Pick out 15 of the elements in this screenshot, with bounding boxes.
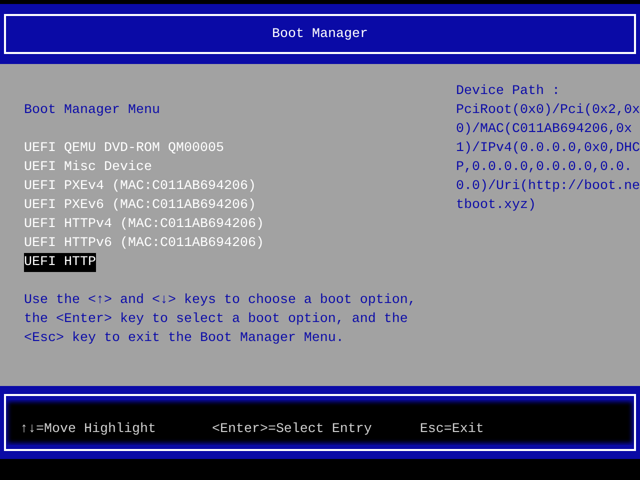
boot-option[interactable]: UEFI PXEv4 (MAC:C011AB694206)	[24, 177, 256, 196]
boot-option[interactable]: UEFI HTTPv6 (MAC:C011AB694206)	[24, 234, 264, 253]
boot-option[interactable]: UEFI Misc Device	[24, 158, 152, 177]
boot-option[interactable]: UEFI HTTPv4 (MAC:C011AB694206)	[24, 215, 264, 234]
menu-title: Boot Manager Menu	[24, 102, 160, 120]
screen-title: Boot Manager	[272, 26, 368, 44]
device-path-label: Device Path :	[456, 83, 560, 101]
boot-option[interactable]: UEFI HTTP	[24, 253, 96, 272]
key-hint: ↑↓=Move Highlight	[20, 422, 156, 437]
boot-option[interactable]: UEFI QEMU DVD-ROM QM00005	[24, 139, 224, 158]
device-path-value: PciRoot(0x0)/Pci(0x2,0x0)/MAC(C011AB694206,0x1)/IPv4(0.0.0.0,0x0,DHCP,0.0.0.0,0.0.0.0,0.0.0.0)/Uri(http://boot.netboot.xyz)	[456, 102, 640, 215]
help-text: Use the <↑> and <↓> keys to choose a boot option, the <Enter> key to select a boot option, and the <Esc> key to exit the Boot Manager Menu.	[24, 292, 417, 348]
key-hint: <Enter>=Select Entry	[212, 422, 372, 437]
boot-option[interactable]: UEFI PXEv6 (MAC:C011AB694206)	[24, 196, 256, 215]
key-hint: Esc=Exit	[420, 422, 484, 437]
